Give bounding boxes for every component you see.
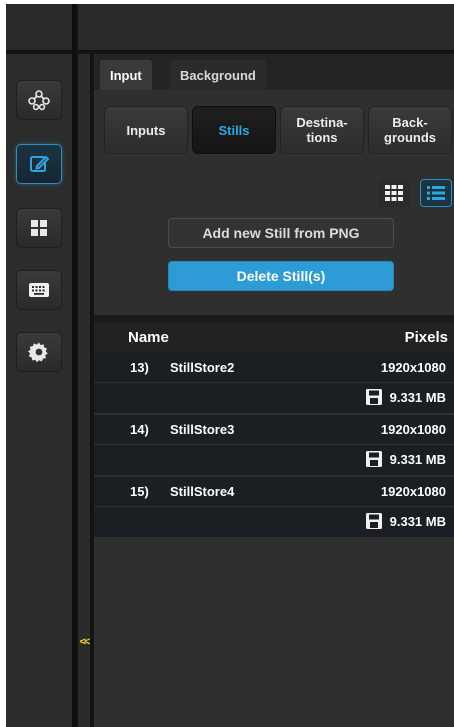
sidebar-edit-button[interactable] bbox=[16, 144, 62, 184]
table-header: Name Pixels bbox=[94, 323, 454, 353]
sidebar-grid-button[interactable] bbox=[16, 208, 62, 248]
subtab-inputs[interactable]: Inputs bbox=[104, 106, 188, 154]
subtab-backgrounds-line2: grounds bbox=[384, 130, 436, 145]
list-view-button[interactable] bbox=[420, 179, 452, 207]
row-inner-divider bbox=[94, 382, 454, 383]
row-size-value: 9.331 MB bbox=[389, 389, 446, 405]
row-inner-divider bbox=[94, 444, 454, 445]
tab-input[interactable]: Input bbox=[100, 60, 152, 90]
tab-bar: Input Background bbox=[94, 54, 454, 90]
sidebar-keyboard-button[interactable] bbox=[16, 270, 62, 310]
row-index: 13) bbox=[130, 360, 149, 375]
row-resolution: 1920x1080 bbox=[380, 422, 446, 437]
subtab-destinations-line1: Destina- bbox=[296, 115, 348, 130]
row-inner-divider bbox=[94, 506, 454, 507]
stills-panel: Input Background Inputs Stills Destina- … bbox=[94, 54, 454, 727]
row-size-value: 9.331 MB bbox=[389, 451, 446, 467]
row-index: 14) bbox=[130, 422, 149, 437]
row-size-value: 9.331 MB bbox=[389, 513, 446, 529]
save-icon bbox=[365, 389, 382, 405]
row-resolution: 1920x1080 bbox=[380, 484, 446, 499]
row-size: 9.331 MB bbox=[365, 451, 446, 467]
row-name: StillStore4 bbox=[170, 484, 235, 499]
row-resolution: 1920x1080 bbox=[380, 360, 446, 375]
grid-view-icon bbox=[385, 185, 403, 201]
network-icon bbox=[28, 90, 50, 111]
edit-icon bbox=[30, 155, 50, 172]
section-divider bbox=[94, 315, 454, 323]
grid-icon bbox=[31, 220, 47, 236]
row-size: 9.331 MB bbox=[365, 389, 446, 405]
subtab-backgrounds-line1: Back- bbox=[392, 115, 428, 130]
grid-view-button[interactable] bbox=[378, 179, 410, 207]
row-index: 15) bbox=[130, 484, 149, 499]
subtab-backgrounds[interactable]: Back- grounds bbox=[368, 106, 452, 154]
column-header-name[interactable]: Name bbox=[128, 329, 169, 346]
sidebar-network-button[interactable] bbox=[16, 80, 62, 120]
add-still-button[interactable]: Add new Still from PNG bbox=[168, 218, 394, 248]
table-row[interactable]: 14) StillStore3 1920x1080 9.331 MB bbox=[94, 415, 454, 477]
table-row[interactable]: 13) StillStore2 1920x1080 9.331 MB bbox=[94, 353, 454, 415]
top-bar-left bbox=[6, 4, 72, 52]
row-size: 9.331 MB bbox=[365, 513, 446, 529]
subtab-stills[interactable]: Stills bbox=[192, 106, 276, 154]
top-bar-right bbox=[78, 4, 454, 52]
delete-still-button[interactable]: Delete Still(s) bbox=[168, 261, 394, 291]
sidebar bbox=[6, 54, 72, 727]
keyboard-icon bbox=[29, 283, 49, 297]
tab-background[interactable]: Background bbox=[170, 60, 266, 90]
list-view-icon bbox=[427, 186, 445, 200]
column-header-pixels[interactable]: Pixels bbox=[405, 329, 448, 346]
subtab-destinations-line2: tions bbox=[306, 130, 338, 145]
collapse-strip bbox=[76, 54, 92, 727]
collapse-panel-button[interactable]: << bbox=[76, 636, 92, 648]
sidebar-settings-button[interactable] bbox=[16, 332, 62, 372]
save-icon bbox=[365, 451, 382, 467]
save-icon bbox=[365, 513, 382, 529]
row-name: StillStore3 bbox=[170, 422, 235, 437]
gear-icon bbox=[27, 342, 48, 363]
table-row[interactable]: 15) StillStore4 1920x1080 9.331 MB bbox=[94, 477, 454, 539]
app-window: << Input Background Inputs Stills Destin… bbox=[6, 4, 454, 727]
subtab-destinations[interactable]: Destina- tions bbox=[280, 106, 364, 154]
row-name: StillStore2 bbox=[170, 360, 235, 375]
